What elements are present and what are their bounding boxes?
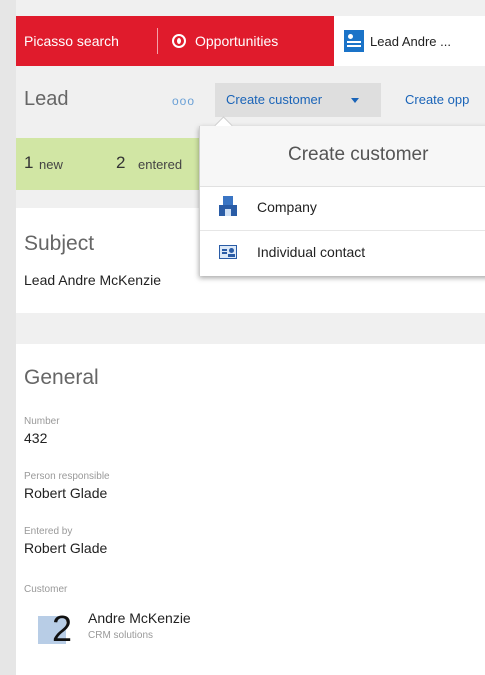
tab-picasso-search[interactable]: Picasso search bbox=[24, 16, 119, 66]
entered-by-label: Entered by bbox=[24, 526, 73, 537]
menu-item-individual-contact[interactable]: Individual contact bbox=[200, 231, 485, 275]
dropdown-title: Create customer bbox=[288, 144, 429, 165]
chevron-down-icon bbox=[351, 98, 359, 103]
command-bar: Lead ooo Create customer Create opp bbox=[16, 66, 485, 134]
overlay-number: 2 bbox=[52, 608, 73, 649]
subject-heading: Subject bbox=[24, 232, 95, 255]
lead-card-icon bbox=[344, 30, 364, 52]
status-entered-count: 2 bbox=[116, 153, 126, 172]
tab-separator bbox=[157, 28, 158, 54]
more-options-icon[interactable]: ooo bbox=[172, 94, 195, 108]
general-section: General Number 432 Person responsible Ro… bbox=[16, 344, 485, 675]
tab-opportunities[interactable]: Opportunities bbox=[172, 16, 278, 66]
customer-name[interactable]: Andre McKenzie bbox=[88, 610, 191, 626]
create-customer-dropdown: Create customer Company Individual conta… bbox=[199, 116, 485, 276]
person-responsible-label: Person responsible bbox=[24, 471, 110, 482]
page-title: Lead bbox=[24, 88, 69, 110]
customer-company: CRM solutions bbox=[88, 630, 154, 641]
dropdown-header: Create customer bbox=[200, 126, 485, 187]
top-navigation-bar: Picasso search Opportunities Lead Andre … bbox=[16, 16, 485, 66]
status-new-count: 1 bbox=[24, 153, 34, 172]
create-customer-label: Create customer bbox=[226, 92, 323, 107]
app-window: Picasso search Opportunities Lead Andre … bbox=[16, 0, 485, 675]
contact-card-icon bbox=[219, 245, 237, 259]
person-responsible-value[interactable]: Robert Glade bbox=[24, 485, 107, 501]
subject-value: Lead Andre McKenzie bbox=[24, 272, 161, 288]
opportunities-icon bbox=[172, 34, 186, 48]
tab-opportunities-label: Opportunities bbox=[195, 33, 279, 49]
status-entered-label: entered bbox=[138, 157, 183, 172]
menu-item-company[interactable]: Company bbox=[200, 186, 485, 230]
number-label: Number bbox=[24, 416, 60, 427]
create-opportunity-button[interactable]: Create opp bbox=[405, 92, 469, 107]
menu-item-company-label: Company bbox=[257, 199, 317, 215]
number-value: 432 bbox=[24, 430, 48, 446]
company-icon bbox=[219, 196, 237, 216]
menu-item-individual-contact-label: Individual contact bbox=[257, 244, 366, 260]
create-customer-button[interactable]: Create customer bbox=[215, 83, 381, 117]
tab-lead-label: Lead Andre ... bbox=[370, 33, 451, 49]
entered-by-value[interactable]: Robert Glade bbox=[24, 540, 107, 556]
customer-label: Customer bbox=[24, 584, 68, 595]
status-new-label: new bbox=[39, 157, 63, 172]
general-heading: General bbox=[24, 366, 99, 389]
tab-lead-andre[interactable]: Lead Andre ... bbox=[334, 16, 485, 66]
